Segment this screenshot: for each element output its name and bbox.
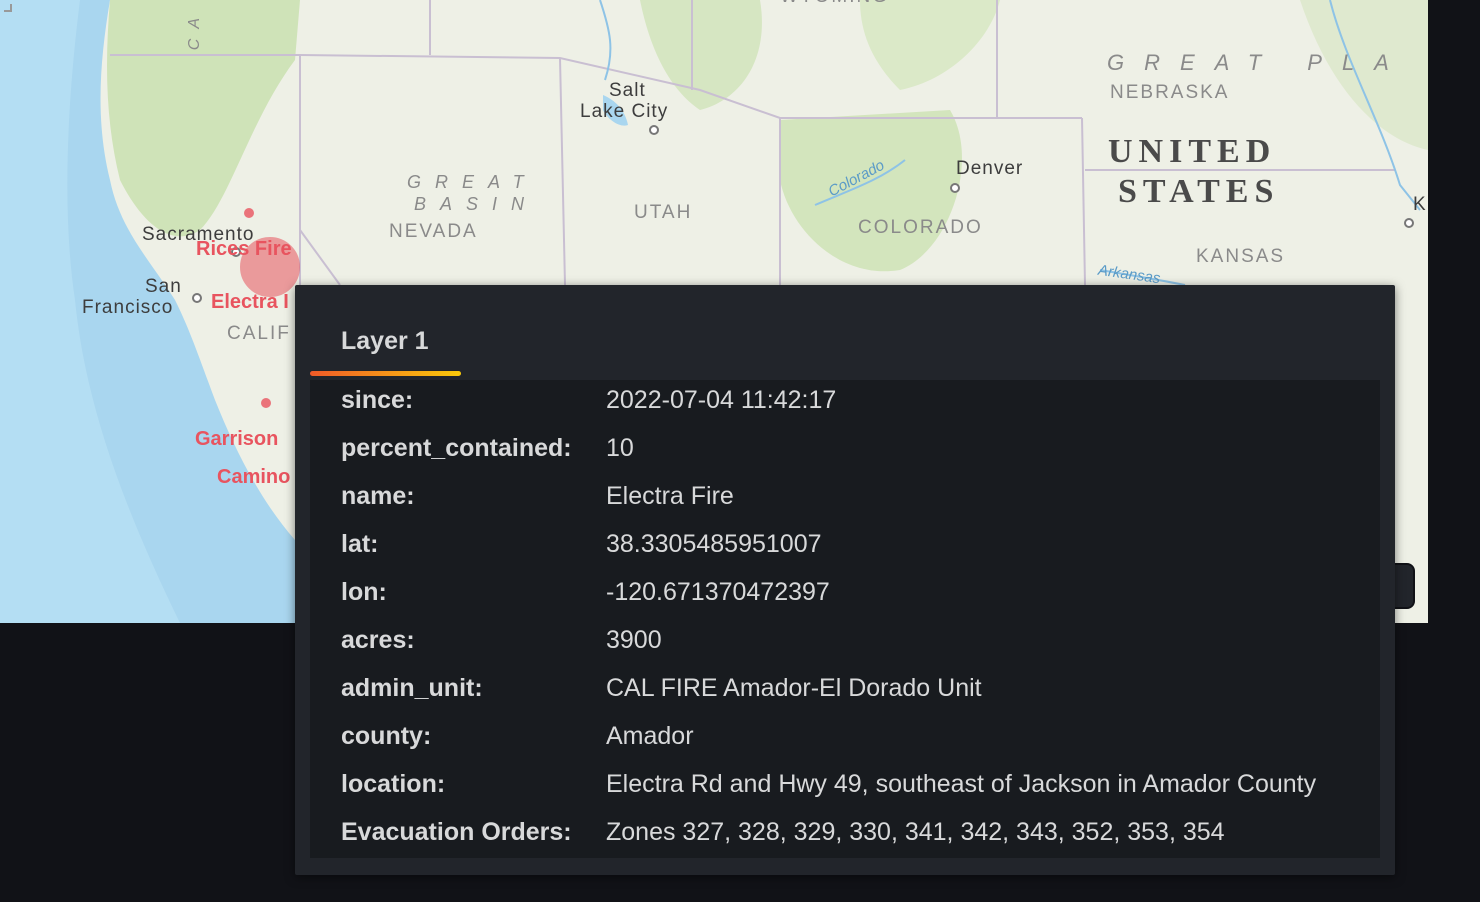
map-label-nebraska: NEBRASKA xyxy=(1110,82,1230,103)
fire-label-rices[interactable]: Rices Fire xyxy=(196,238,292,261)
property-value: -120.671370472397 xyxy=(606,578,830,606)
property-value: CAL FIRE Amador-El Dorado Unit xyxy=(606,674,982,702)
side-panel-button[interactable] xyxy=(1395,563,1415,609)
map-label-great-basin-2: BASIN xyxy=(414,194,539,214)
property-value: Zones 327, 328, 329, 330, 341, 342, 343,… xyxy=(606,818,1225,846)
property-value: 38.3305485951007 xyxy=(606,530,822,558)
fire-label-electra[interactable]: Electra I xyxy=(211,291,289,314)
map-label-wyoming: WYOMING xyxy=(780,0,889,8)
property-key: lon: xyxy=(341,578,387,606)
property-row: acres: 3900 xyxy=(310,620,1380,668)
property-row: location: Electra Rd and Hwy 49, southea… xyxy=(310,764,1380,812)
tab-label: Layer 1 xyxy=(341,327,429,355)
map-label-calif: CALIF xyxy=(227,323,291,344)
map-label-ca: CA xyxy=(186,8,203,51)
property-value: Electra Rd and Hwy 49, southeast of Jack… xyxy=(606,770,1317,798)
property-row: percent_contained: 10 xyxy=(310,428,1380,476)
feature-tooltip: Layer 1 since: 2022-07-04 11:42:17 perce… xyxy=(295,285,1395,875)
property-key: Evacuation Orders: xyxy=(341,818,572,846)
map-label-united: UNITED xyxy=(1108,133,1277,170)
map-label-denver: Denver xyxy=(956,158,1024,179)
property-row: name: Electra Fire xyxy=(310,476,1380,524)
property-key: since: xyxy=(341,386,414,414)
fire-label-camino[interactable]: Camino xyxy=(217,466,290,489)
map-label-nevada: NEVADA xyxy=(389,221,478,242)
property-key: admin_unit: xyxy=(341,674,483,702)
property-row: lat: 38.3305485951007 xyxy=(310,524,1380,572)
property-value: Amador xyxy=(606,722,694,750)
map-label-kansas: KANSAS xyxy=(1196,246,1286,267)
map-label-salt-lake-city: Lake City xyxy=(580,101,669,122)
property-key: location: xyxy=(341,770,446,798)
property-row: Evacuation Orders: Zones 327, 328, 329, … xyxy=(310,812,1380,860)
property-row: lon: -120.671370472397 xyxy=(310,572,1380,620)
property-row: county: Amador xyxy=(310,716,1380,764)
map-label-great-plains: GREAT PLA xyxy=(1107,50,1409,75)
map-label-great-basin-1: GREAT xyxy=(407,172,538,192)
map-label-utah: UTAH xyxy=(634,202,693,223)
property-value: 10 xyxy=(606,434,634,462)
property-row: since: 2022-07-04 11:42:17 xyxy=(310,380,1380,428)
property-key: acres: xyxy=(341,626,415,654)
property-key: lat: xyxy=(341,530,379,558)
feature-properties: since: 2022-07-04 11:42:17 percent_conta… xyxy=(310,380,1380,858)
property-value: Electra Fire xyxy=(606,482,734,510)
map-label-francisco: Francisco xyxy=(82,297,174,318)
property-row: admin_unit: CAL FIRE Amador-El Dorado Un… xyxy=(310,668,1380,716)
property-key: county: xyxy=(341,722,432,750)
property-value: 3900 xyxy=(606,626,662,654)
resize-handle-icon[interactable] xyxy=(0,0,14,14)
property-key: percent_contained: xyxy=(341,434,572,462)
map-label-states: STATES xyxy=(1118,173,1280,210)
map-label-colorado: COLORADO xyxy=(858,217,983,238)
property-value: 2022-07-04 11:42:17 xyxy=(606,386,837,414)
tab-active-indicator xyxy=(310,371,461,376)
map-label-san: San xyxy=(145,276,182,297)
fire-label-garrison[interactable]: Garrison xyxy=(195,428,278,451)
map-label-edge-k: K xyxy=(1413,194,1427,215)
property-key: name: xyxy=(341,482,415,510)
map-label-salt-lake: Salt xyxy=(609,80,646,101)
